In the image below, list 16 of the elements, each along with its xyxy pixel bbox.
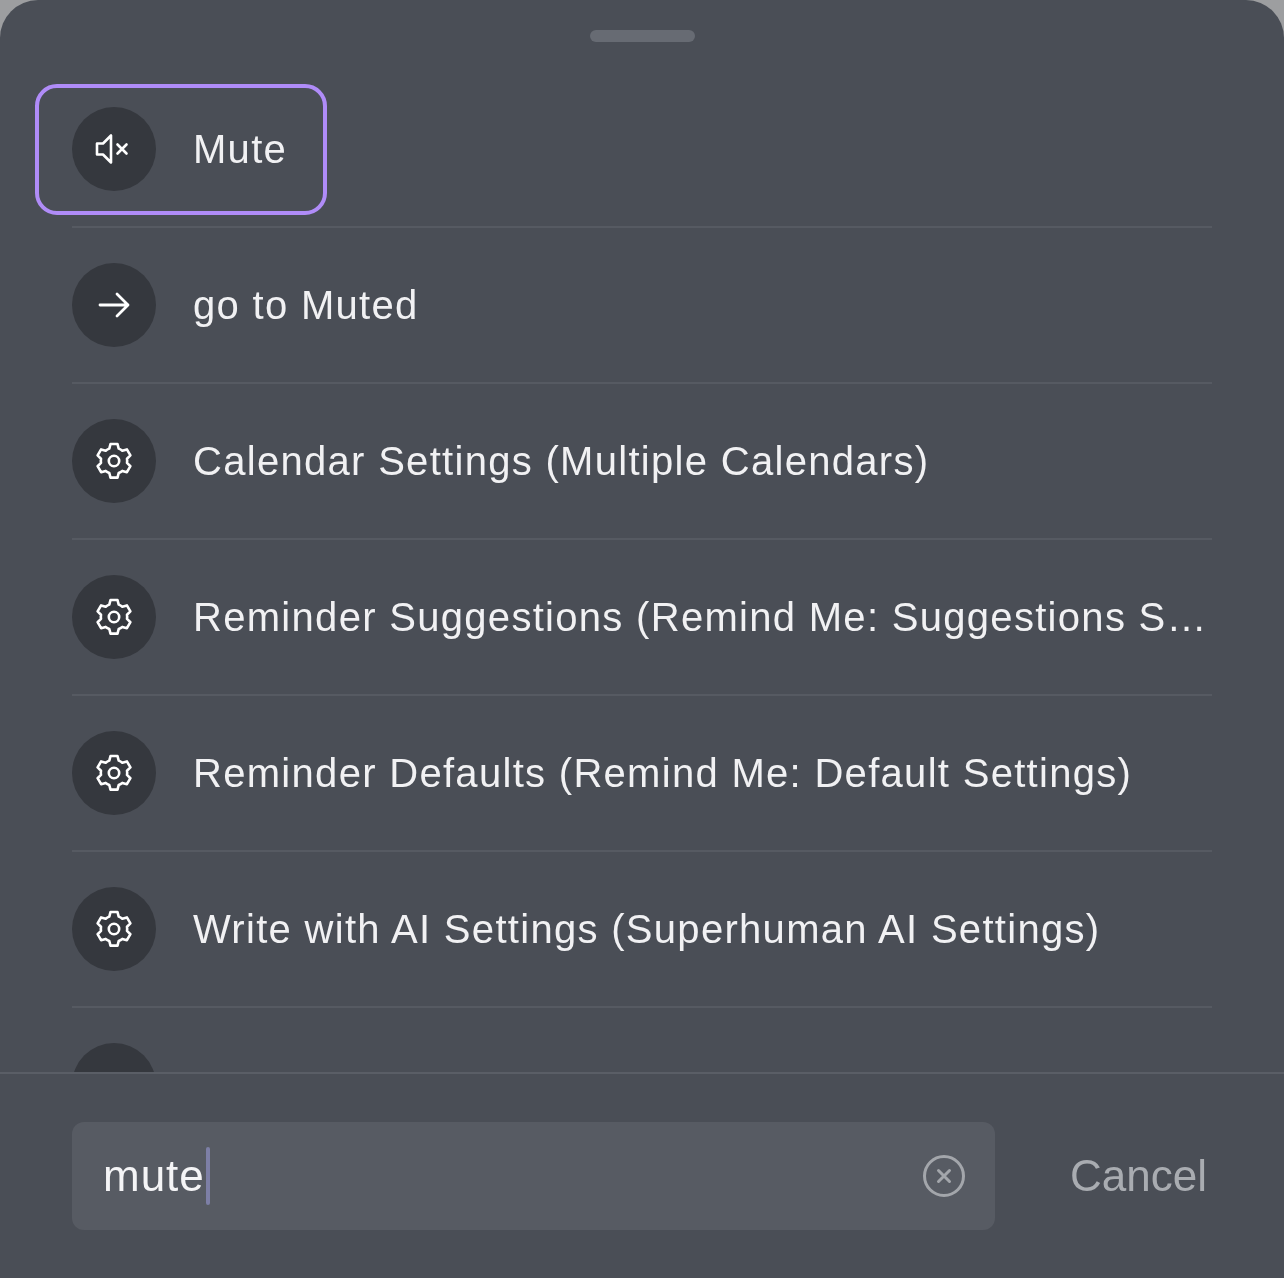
arrow-right-icon — [72, 263, 156, 347]
command-item[interactable]: go to Muted — [35, 239, 459, 371]
command-item[interactable]: Reminder Suggestions (Remind Me: Suggestions S… — [35, 551, 1248, 683]
speaker-muted-icon — [72, 107, 156, 191]
settings-icon — [72, 419, 156, 503]
command-item[interactable]: Mute — [35, 83, 328, 215]
settings-icon — [72, 731, 156, 815]
command-item[interactable]: Calendar Settings (Multiple Calendars) — [35, 395, 970, 527]
search-field[interactable]: mute — [72, 1122, 996, 1230]
clear-icon[interactable] — [922, 1154, 967, 1198]
command-item[interactable]: Write with AI Settings (Superhuman AI Settings) — [35, 863, 1141, 995]
settings-icon — [72, 575, 156, 659]
drag-handle[interactable] — [589, 30, 695, 42]
command-item[interactable]: Reminder Defaults (Remind Me: Default Settings) — [35, 707, 1173, 839]
settings-icon — [72, 887, 156, 971]
cancel-button[interactable]: Cancel — [1070, 1151, 1207, 1201]
